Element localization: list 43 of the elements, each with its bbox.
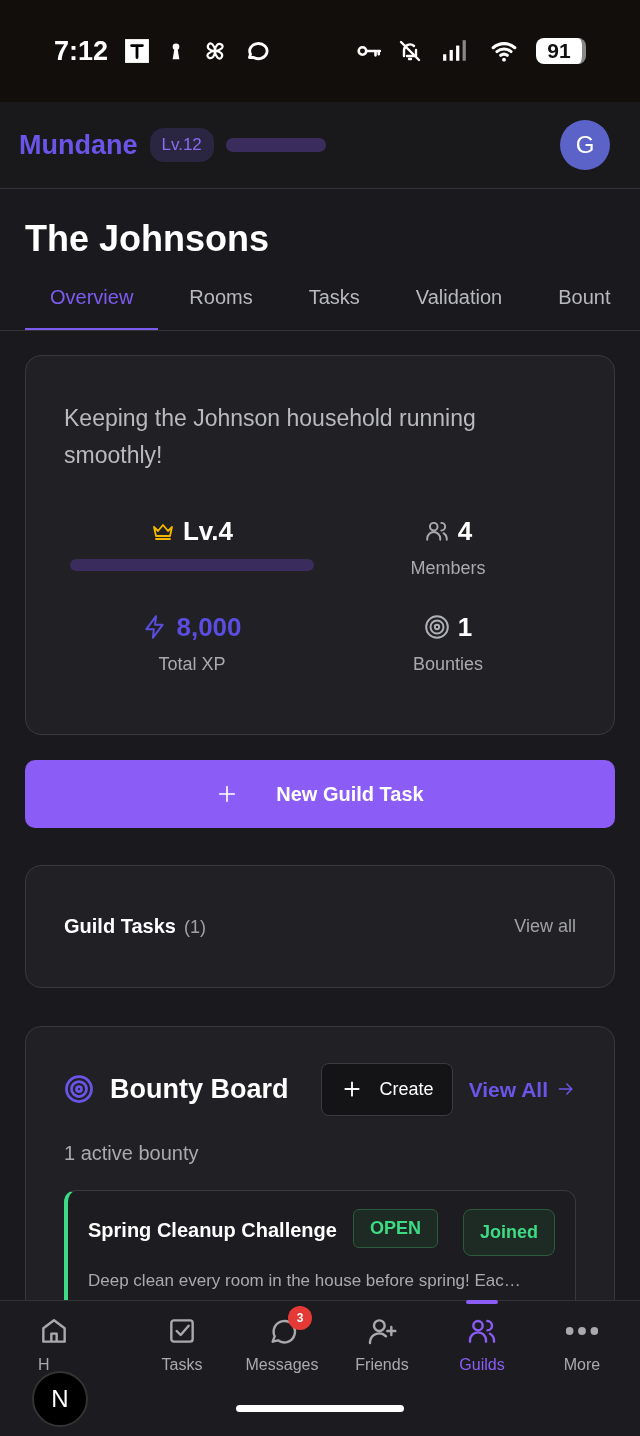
active-indicator	[466, 1300, 498, 1304]
nav-item[interactable]: Friends	[332, 1301, 432, 1436]
level-badge: Lv.12	[149, 128, 214, 162]
members-count: 4	[457, 514, 473, 548]
target-icon	[64, 1074, 94, 1105]
total-xp-label: Total XP	[157, 652, 227, 676]
nav-item[interactable]: Tasks	[132, 1301, 232, 1436]
floating-button[interactable]: N	[32, 1371, 88, 1427]
joined-button[interactable]: Joined	[463, 1208, 555, 1256]
task-count: (1)	[183, 916, 206, 940]
nav-item[interactable]: Guilds	[432, 1301, 532, 1436]
create-button[interactable]: Create	[320, 1062, 453, 1116]
bounties-count: 1	[457, 610, 473, 644]
tab[interactable]: Overview	[25, 282, 159, 331]
view-all-link[interactable]: View all	[514, 912, 576, 940]
tab[interactable]: Tasks	[283, 282, 385, 331]
tab[interactable]: Bount	[533, 282, 636, 331]
battery-indicator: 91	[536, 38, 586, 64]
avatar[interactable]: G	[560, 120, 610, 170]
bounty-description: Deep clean every room in the house before spring! Eac…	[88, 1269, 522, 1292]
muted-bell-icon	[398, 38, 422, 64]
target-icon	[423, 614, 450, 641]
more-icon	[566, 1327, 598, 1335]
members-label: Members	[409, 556, 487, 580]
bounties-label: Bounties	[411, 652, 485, 676]
guild-description: Keeping the Johnson household running smoothly!	[64, 404, 477, 470]
bounty-title: Spring Cleanup Challenge	[88, 1217, 337, 1243]
guild-name: The Johnsons	[24, 217, 271, 261]
total-xp: 8,000	[176, 610, 242, 644]
clock: 7:12	[54, 34, 109, 68]
status-badge: OPEN	[352, 1208, 438, 1248]
nav-item[interactable]: More	[532, 1301, 632, 1436]
tab[interactable]: Rooms	[164, 282, 278, 331]
section-title: Bounty Board	[110, 1073, 289, 1107]
app-title: Mundane	[19, 128, 138, 162]
guild-level: Lv.4	[182, 514, 234, 548]
new-task-button[interactable]: New Guild Task	[25, 759, 615, 828]
app-icon	[124, 38, 151, 64]
notification-badge: 3	[288, 1306, 312, 1330]
tab[interactable]: Validation	[390, 282, 528, 331]
bounty-card[interactable]: Spring Cleanup Challenge OPEN Joined Deep clean every room in the house before spring! Eac…	[64, 1189, 576, 1300]
section-title: Guild Tasks	[64, 914, 176, 940]
bounty-summary: 1 active bounty	[64, 1140, 200, 1166]
